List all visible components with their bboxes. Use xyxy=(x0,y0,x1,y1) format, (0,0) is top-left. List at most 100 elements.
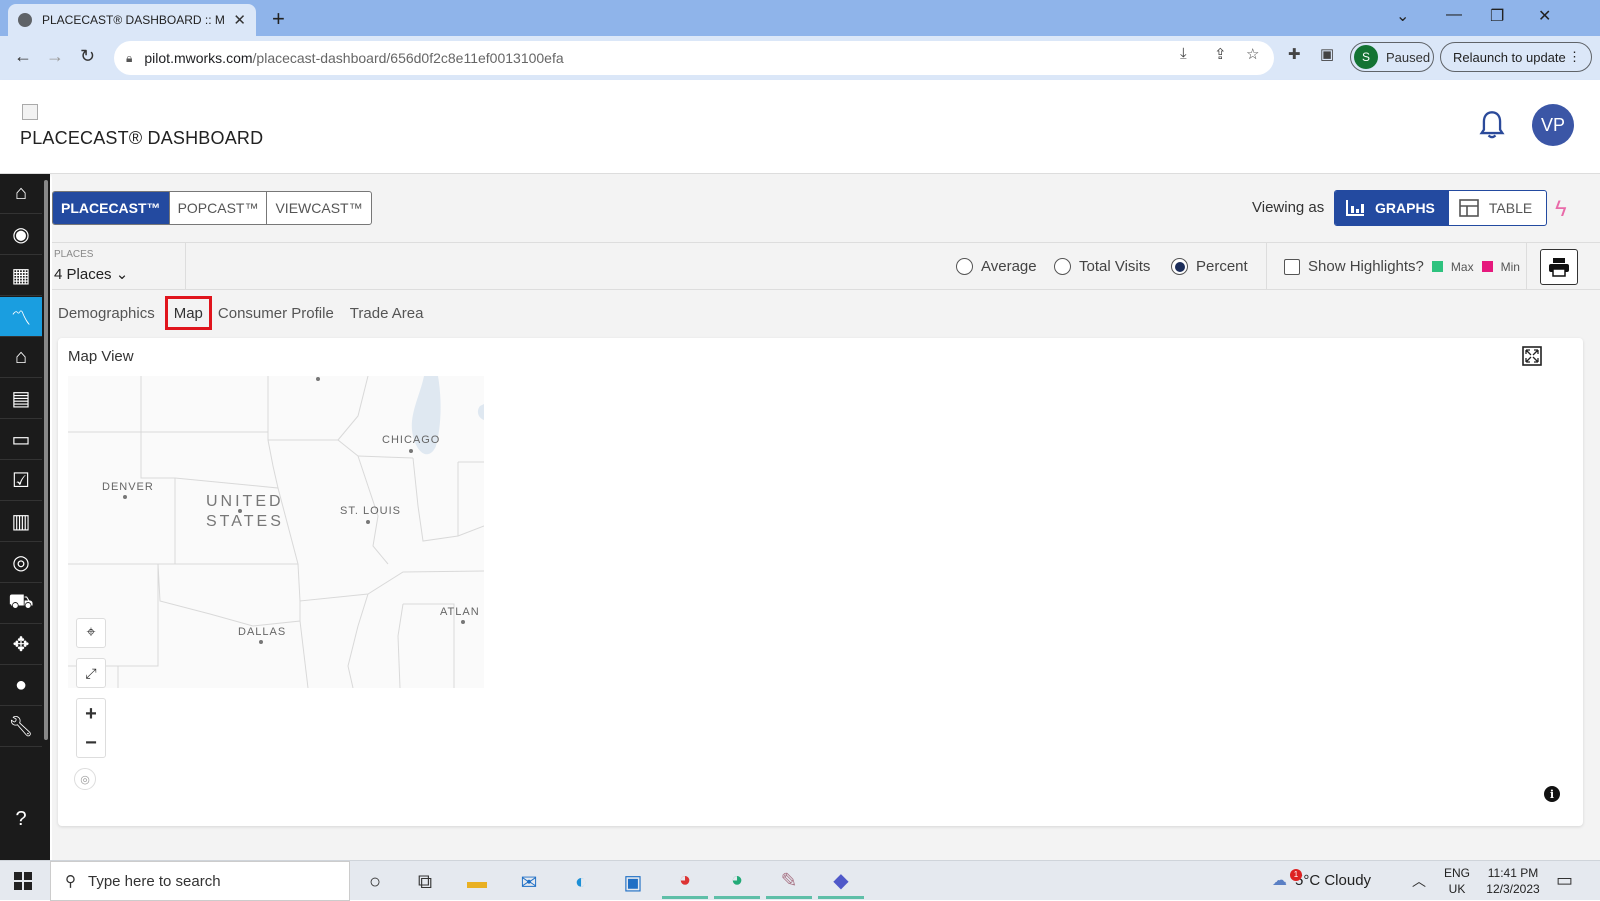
tab-map[interactable]: Map xyxy=(164,296,212,330)
cortana-icon[interactable]: ○ xyxy=(352,865,398,899)
file-explorer-icon[interactable]: ▬ xyxy=(454,865,500,899)
tab-demographics[interactable]: Demographics xyxy=(52,298,161,328)
extensions-icon[interactable]: ✚ xyxy=(1288,45,1301,63)
address-bar[interactable]: 🔒︎ pilot.mworks.com/placecast-dashboard/… xyxy=(114,41,1274,75)
sidebar-item-apps[interactable]: ▦ xyxy=(0,256,42,296)
trending-chart-icon: 〽 xyxy=(11,308,31,330)
chevron-up-icon[interactable]: ︿ xyxy=(1412,871,1426,891)
show-highlights-toggle[interactable]: Show Highlights? Max Min xyxy=(1284,258,1520,275)
radio-total-visits-circle[interactable] xyxy=(1054,258,1071,275)
minimize-window-icon[interactable]: — xyxy=(1446,6,1462,24)
language-indicator[interactable]: ENG UK xyxy=(1444,865,1470,897)
places-dropdown[interactable]: PLACES 4 Places ⌄ xyxy=(52,243,186,289)
profile-button[interactable]: S Paused xyxy=(1350,42,1434,72)
sidebar-item-vehicles[interactable]: ⛟ xyxy=(0,584,42,624)
browser-toolbar: ← → ↻ 🔒︎ pilot.mworks.com/placecast-dash… xyxy=(0,36,1600,80)
crosshair-icon: ⌖ xyxy=(86,624,96,641)
sidebar-item-help[interactable]: ? xyxy=(0,799,42,839)
zoom-out-button[interactable]: − xyxy=(85,729,97,757)
reload-icon[interactable]: ↻ xyxy=(80,46,95,67)
map-fullscreen-button[interactable]: ⤢ xyxy=(76,658,106,688)
info-icon[interactable]: i xyxy=(1544,786,1560,802)
max-label: Max xyxy=(1450,259,1474,274)
radio-average-circle[interactable] xyxy=(956,258,973,275)
compass-icon: ◎ xyxy=(80,773,90,786)
task-view-icon[interactable]: ⧉ xyxy=(402,865,448,899)
store-icon[interactable]: ▣ xyxy=(610,865,656,899)
locate-button[interactable]: ⌖ xyxy=(76,618,106,648)
sidebar-item-explore[interactable]: ◉ xyxy=(0,215,42,255)
tab-viewcast[interactable]: VIEWCAST™ xyxy=(267,192,370,224)
back-icon[interactable]: ← xyxy=(14,46,32,67)
notifications-icon[interactable]: ▭ xyxy=(1556,870,1573,891)
chrome-icon[interactable]: ◕ xyxy=(662,865,708,899)
tab-popcast[interactable]: POPCAST™ xyxy=(170,192,268,224)
divider xyxy=(1266,243,1267,289)
compass-button[interactable]: ◎ xyxy=(74,768,96,790)
graphs-button[interactable]: GRAPHS xyxy=(1335,191,1449,225)
show-highlights-checkbox[interactable] xyxy=(1284,258,1300,275)
restore-window-icon[interactable]: ❐ xyxy=(1490,6,1504,26)
browser-tab-bar: PLACECAST® DASHBOARD :: M ✕ + ⌄ — ❐ ✕ xyxy=(0,0,1600,36)
sidebar-item-reports[interactable]: ▤ xyxy=(0,379,42,419)
close-window-icon[interactable]: ✕ xyxy=(1538,6,1551,26)
tab-consumer-profile[interactable]: Consumer Profile xyxy=(212,298,340,328)
map-dot xyxy=(259,640,263,644)
sidebar-item-network[interactable]: ✥ xyxy=(0,625,42,665)
print-button[interactable] xyxy=(1540,249,1578,285)
notification-bell-icon[interactable] xyxy=(1478,110,1506,140)
mail-icon[interactable]: ✉ xyxy=(506,865,552,899)
sidebar-item-targets[interactable]: ◎ xyxy=(0,543,42,583)
chrome-profile-icon[interactable]: ◕ xyxy=(714,865,760,899)
forward-icon[interactable]: → xyxy=(46,46,64,67)
tab-placecast[interactable]: PLACECAST™ xyxy=(53,192,170,224)
network-icon: ✥ xyxy=(12,634,30,656)
radio-percent-circle[interactable] xyxy=(1171,258,1188,275)
windows-start-icon[interactable] xyxy=(14,872,32,890)
sidebar-item-analytics[interactable]: ▥ xyxy=(0,502,42,542)
paint-icon[interactable]: ✎ xyxy=(766,865,812,899)
more-menu-icon[interactable]: ⋮ xyxy=(1568,49,1581,65)
install-app-icon[interactable]: ⤓ xyxy=(1180,45,1187,62)
lightning-icon[interactable]: ϟ xyxy=(1555,196,1567,222)
weather-widget[interactable]: ☁ 5°C Cloudy xyxy=(1272,871,1371,890)
browser-tab[interactable]: PLACECAST® DASHBOARD :: M ✕ xyxy=(8,4,256,36)
edge-icon[interactable]: ◐ xyxy=(558,865,604,899)
tab-trade-area[interactable]: Trade Area xyxy=(344,298,430,328)
sidebar-item-placecast[interactable]: 〽 xyxy=(0,297,42,337)
sidebar-item-home[interactable]: ⌂ xyxy=(0,174,42,214)
share-icon[interactable]: ⇪ xyxy=(1214,45,1227,63)
teams-icon[interactable]: ◆ xyxy=(818,865,864,899)
lang-bottom: UK xyxy=(1448,882,1466,896)
map-label-denver: DENVER xyxy=(102,481,154,493)
min-swatch xyxy=(1481,261,1493,272)
tab-search-chevron-icon[interactable]: ⌄ xyxy=(1396,6,1409,26)
new-tab-icon[interactable]: + xyxy=(272,6,285,32)
radio-total-visits[interactable]: Total Visits xyxy=(1054,258,1150,275)
clock[interactable]: 11:41 PM 12/3/2023 xyxy=(1480,865,1546,897)
bookmark-star-icon[interactable]: ☆ xyxy=(1246,45,1259,63)
map-canvas[interactable]: CHICAGO DENVER UNITED STATES ST. LOUIS A… xyxy=(68,376,484,688)
side-panel-icon[interactable]: ▣ xyxy=(1320,45,1334,63)
browser-tab-title: PLACECAST® DASHBOARD :: M xyxy=(42,13,225,27)
radio-percent[interactable]: Percent xyxy=(1171,258,1248,275)
map-label-st-louis: ST. LOUIS xyxy=(340,505,401,517)
lang-top: ENG xyxy=(1444,866,1471,880)
brand-title: PLACECAST® DASHBOARD xyxy=(20,128,264,148)
user-avatar[interactable]: VP xyxy=(1532,104,1574,146)
sidebar-item-account[interactable]: ● xyxy=(0,666,42,706)
relaunch-button[interactable]: Relaunch to update ⋮ xyxy=(1440,42,1592,72)
sidebar-item-stores[interactable]: ▭ xyxy=(0,420,42,460)
sidebar: ⌂ ◉ ▦ 〽 ⌂ ▤ ▭ ☑ ▥ ◎ ⛟ ✥ ● 🔧︎ ? xyxy=(0,174,50,860)
sidebar-item-tools[interactable]: 🔧︎ xyxy=(0,707,42,747)
sidebar-scrollbar[interactable] xyxy=(44,180,48,740)
radio-average[interactable]: Average xyxy=(956,258,1037,275)
sidebar-item-properties[interactable]: ⌂ xyxy=(0,338,42,378)
fullscreen-icon[interactable] xyxy=(1522,346,1542,366)
zoom-in-button[interactable]: + xyxy=(85,699,97,729)
sidebar-item-tasks[interactable]: ☑ xyxy=(0,461,42,501)
map-view-title: Map View xyxy=(68,348,134,365)
taskbar-search[interactable]: ⚲ Type here to search xyxy=(50,861,350,901)
close-tab-icon[interactable]: ✕ xyxy=(233,11,246,29)
table-button[interactable]: TABLE xyxy=(1449,191,1546,225)
